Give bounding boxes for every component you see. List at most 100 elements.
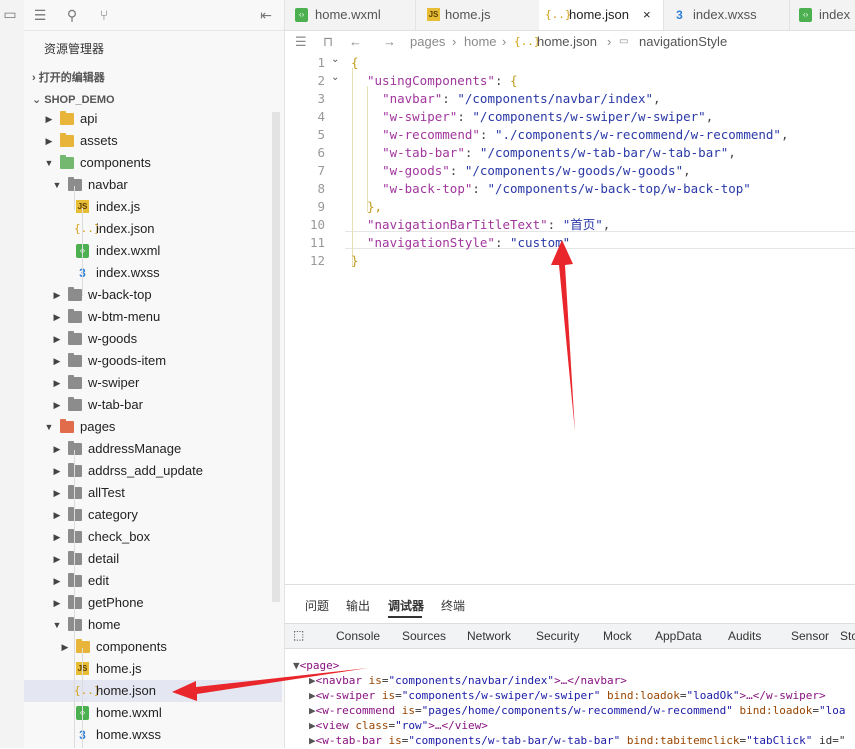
tree-item[interactable]: ▶ api <box>24 108 282 130</box>
explorer-icon[interactable]: ▭ <box>2 6 18 22</box>
tree-item[interactable]: ▶ w-goods-item <box>24 350 282 372</box>
breadcrumb-pages[interactable]: pages <box>410 30 445 54</box>
editor-tab[interactable]: 3 index.wxss <box>663 0 790 30</box>
panel-tab[interactable]: 调试器 <box>388 597 424 614</box>
chevron-right-icon[interactable]: ▶ <box>44 130 54 152</box>
editor-tab[interactable]: ‹› home.wxml <box>285 0 416 30</box>
editor-tab[interactable]: JS home.js <box>415 0 540 30</box>
devtools-tab[interactable]: Network <box>467 629 511 643</box>
triangle-right-icon[interactable]: ▶ <box>309 689 316 702</box>
chevron-right-icon[interactable]: ▶ <box>52 394 62 416</box>
dom-node[interactable]: ▶<w-swiper is="components/w-swiper/w-swi… <box>309 688 826 703</box>
devtools-tab[interactable]: Sensor <box>791 629 829 643</box>
tree-item[interactable]: ▶ addrss_add_update <box>24 460 282 482</box>
close-icon[interactable]: × <box>643 0 651 30</box>
chevron-right-icon[interactable]: ▶ <box>52 328 62 350</box>
chevron-down-icon[interactable]: ▼ <box>44 152 54 174</box>
chevron-down-icon[interactable]: ▼ <box>52 614 62 636</box>
tree-item[interactable]: ▶ getPhone <box>24 592 282 614</box>
fold-chevron-icon[interactable]: ⌄ <box>331 54 339 65</box>
tree-item[interactable]: ▶ allTest <box>24 482 282 504</box>
chevron-right-icon[interactable]: ▶ <box>52 570 62 592</box>
chevron-right-icon[interactable]: ▶ <box>52 482 62 504</box>
collapse-sidebar-icon[interactable]: ⇤ <box>258 7 274 23</box>
tree-item[interactable]: {..} home.json <box>24 680 282 702</box>
branch-icon[interactable]: ⑂ <box>96 7 112 23</box>
breadcrumb-symbol[interactable]: navigationStyle <box>639 30 727 54</box>
panel-tab[interactable]: 输出 <box>346 597 370 614</box>
chevron-right-icon[interactable]: ▶ <box>52 504 62 526</box>
tree-item[interactable]: JS index.js <box>24 196 282 218</box>
chevron-right-icon[interactable]: ▶ <box>52 306 62 328</box>
triangle-right-icon[interactable]: ▶ <box>309 674 316 687</box>
devtools-tab[interactable]: Security <box>536 629 579 643</box>
fold-chevron-icon[interactable]: ⌄ <box>331 72 339 83</box>
chevron-right-icon[interactable]: ▶ <box>52 592 62 614</box>
tree-item[interactable]: ▶ w-goods <box>24 328 282 350</box>
chevron-down-icon[interactable]: ▼ <box>52 174 62 196</box>
triangle-right-icon[interactable]: ▶ <box>309 704 316 717</box>
tree-item[interactable]: ▶ assets <box>24 130 282 152</box>
chevron-right-icon[interactable]: ▶ <box>60 636 70 658</box>
devtools-tab[interactable]: AppData <box>655 629 702 643</box>
dom-node[interactable]: ▶<w-recommend is="pages/home/components/… <box>309 703 845 718</box>
sidebar-scrollbar[interactable] <box>272 112 280 602</box>
chevron-right-icon[interactable]: ▶ <box>52 460 62 482</box>
triangle-right-icon[interactable]: ▶ <box>309 719 316 732</box>
chevron-right-icon[interactable]: ▶ <box>52 350 62 372</box>
tree-item[interactable]: ‹›home.wxml <box>24 702 282 724</box>
breadcrumb-home[interactable]: home <box>464 30 497 54</box>
chevron-right-icon[interactable]: ▶ <box>52 438 62 460</box>
forward-arrow-icon[interactable]: → <box>383 30 396 54</box>
panel-tab[interactable]: 终端 <box>441 597 465 614</box>
tree-item[interactable]: ▶ w-btm-menu <box>24 306 282 328</box>
tree-item[interactable]: {..} index.json <box>24 218 282 240</box>
chevron-right-icon[interactable]: ▶ <box>52 372 62 394</box>
tree-item[interactable]: JShome.js <box>24 658 282 680</box>
tree-item[interactable]: ‹›index.wxml <box>24 240 282 262</box>
editor-tab[interactable]: {..} home.json × <box>539 0 664 30</box>
editor-tab[interactable]: ‹› index <box>789 0 855 30</box>
dom-node[interactable]: ▼<page> <box>293 658 339 673</box>
devtools-tab[interactable]: Sto <box>840 629 855 643</box>
chevron-right-icon[interactable]: ▶ <box>44 108 54 130</box>
chevron-right-icon[interactable]: ▶ <box>52 548 62 570</box>
back-arrow-icon[interactable]: ← <box>349 30 362 54</box>
inspect-element-icon[interactable]: ⬚ <box>293 628 304 642</box>
chevron-down-icon[interactable]: ▼ <box>44 416 54 438</box>
tree-item[interactable]: ▶ components <box>24 636 282 658</box>
tree-item[interactable]: 3home.wxss <box>24 724 282 746</box>
devtools-tab[interactable]: Audits <box>728 629 761 643</box>
tree-item[interactable]: ▼ components <box>24 152 282 174</box>
dom-node[interactable]: ▶<view class="row">…</view> <box>309 718 488 733</box>
dom-node[interactable]: ▶<navbar is="components/navbar/index">…<… <box>309 673 627 688</box>
tree-item[interactable]: ▶ category <box>24 504 282 526</box>
tree-item[interactable]: ▶ w-tab-bar <box>24 394 282 416</box>
tree-item[interactable]: ▶ check_box <box>24 526 282 548</box>
dom-node[interactable]: ▶<w-tab-bar is="components/w-tab-bar/w-t… <box>309 733 845 748</box>
tree-item[interactable]: ▶ detail <box>24 548 282 570</box>
tree-item[interactable]: ▼ navbar <box>24 174 282 196</box>
bookmark-icon[interactable]: ⊓ <box>323 30 333 54</box>
outline-icon[interactable]: ☰ <box>295 30 307 54</box>
chevron-right-icon[interactable]: ▶ <box>52 526 62 548</box>
tree-item[interactable]: ▶ w-swiper <box>24 372 282 394</box>
open-editors-section[interactable]: › 打开的编辑器 <box>32 69 105 85</box>
tree-item[interactable]: ▶ w-back-top <box>24 284 282 306</box>
project-section[interactable]: ⌄ SHOP_DEMO <box>32 93 115 106</box>
search-icon[interactable]: ⚲ <box>64 7 80 23</box>
devtools-tab[interactable]: Sources <box>402 629 446 643</box>
list-icon[interactable]: ☰ <box>32 7 48 23</box>
tree-item[interactable]: ▼ pages <box>24 416 282 438</box>
tree-item[interactable]: ▶ addressManage <box>24 438 282 460</box>
triangle-down-icon[interactable]: ▼ <box>293 659 300 672</box>
code-editor[interactable]: ⌄ ⌄ {"usingComponents": { "navbar": "/co… <box>285 54 855 584</box>
breadcrumb-file[interactable]: home.json <box>537 30 597 54</box>
devtools-tab[interactable]: Console <box>336 629 380 643</box>
devtools-tab[interactable]: Mock <box>603 629 632 643</box>
tree-item[interactable]: 3index.wxss <box>24 262 282 284</box>
triangle-right-icon[interactable]: ▶ <box>309 734 316 747</box>
chevron-right-icon[interactable]: ▶ <box>52 284 62 306</box>
tree-item[interactable]: ▶ edit <box>24 570 282 592</box>
tree-item[interactable]: ▼ home <box>24 614 282 636</box>
